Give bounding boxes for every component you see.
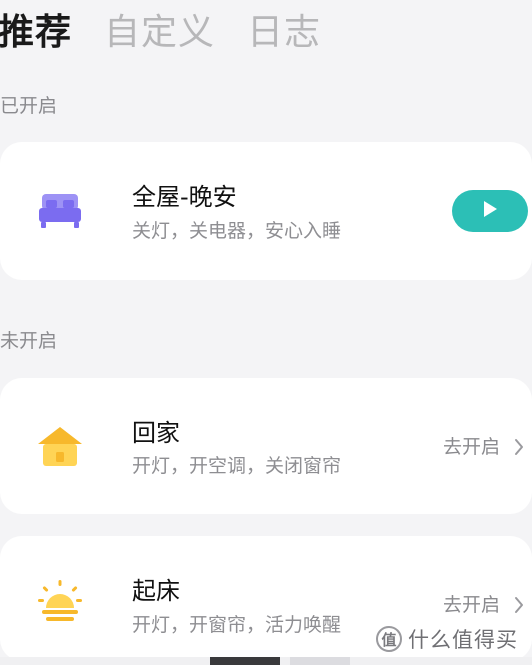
- chevron-right-icon: [514, 438, 524, 456]
- section-label-disabled: 未开启: [0, 330, 58, 352]
- scene-subtitle: 开灯，开空调，关闭窗帘: [132, 455, 342, 477]
- scene-title: 回家: [132, 419, 180, 447]
- scene-title: 全屋-晚安: [132, 183, 237, 211]
- scene-title: 起床: [132, 577, 180, 605]
- bottom-strip: [0, 657, 532, 665]
- enable-label: 去开启: [442, 594, 500, 616]
- run-scene-button[interactable]: [452, 190, 528, 232]
- enable-scene-link[interactable]: 去开启: [443, 592, 524, 618]
- cropped-segment: [290, 657, 350, 665]
- watermark-logo-icon: 值: [376, 626, 402, 652]
- scene-tab-bar: 推荐 自定义 日志: [0, 8, 353, 58]
- tab-custom[interactable]: 自定义: [104, 8, 215, 58]
- watermark: 值 什么值得买: [372, 622, 522, 656]
- section-label-enabled: 已开启: [0, 95, 58, 117]
- watermark-text: 什么值得买: [408, 628, 518, 652]
- play-icon: [482, 200, 498, 222]
- bed-icon: [36, 186, 84, 234]
- scene-subtitle: 关灯，关电器，安心入睡: [132, 220, 342, 242]
- scene-subtitle: 开灯，开窗帘，活力唤醒: [132, 614, 342, 636]
- sunrise-icon: [36, 578, 84, 626]
- scene-card-home[interactable]: 回家 开灯，开空调，关闭窗帘 去开启: [0, 378, 532, 514]
- home-icon: [36, 422, 84, 470]
- tab-log[interactable]: 日志: [247, 8, 321, 58]
- scene-card-goodnight[interactable]: 全屋-晚安 关灯，关电器，安心入睡: [0, 142, 532, 280]
- cropped-segment: [210, 657, 280, 665]
- enable-scene-link[interactable]: 去开启: [443, 434, 524, 460]
- enable-label: 去开启: [442, 436, 500, 458]
- tab-recommended[interactable]: 推荐: [0, 8, 72, 58]
- chevron-right-icon: [514, 596, 524, 614]
